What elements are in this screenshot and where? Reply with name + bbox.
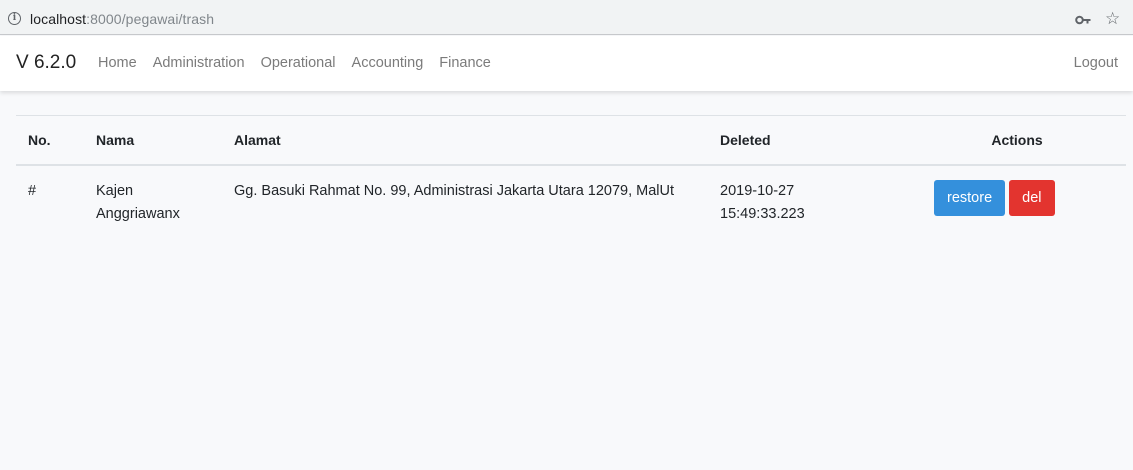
nav-links: Home Administration Operational Accounti… [98, 55, 491, 71]
navbar: V 6.2.0 Home Administration Operational … [0, 36, 1133, 91]
deleted-time: 15:49:33.223 [720, 205, 805, 222]
brand[interactable]: V 6.2.0 [16, 52, 76, 74]
table-header: No. Nama Alamat Deleted Actions [16, 115, 1126, 166]
restore-button[interactable]: restore [934, 179, 1006, 216]
delete-button[interactable]: del [1009, 179, 1055, 216]
cell-nama: Kajen Anggriawanx [84, 165, 222, 238]
header-nama: Nama [84, 115, 222, 166]
nama-line-2: Anggriawanx [96, 205, 180, 222]
omnibox[interactable]: i localhost:8000/pegawai/trash ☆ [0, 3, 1133, 32]
header-no: No. [16, 115, 84, 166]
url-text[interactable]: localhost:8000/pegawai/trash [30, 11, 214, 27]
cell-deleted: 2019-10-27 15:49:33.223 [708, 165, 908, 238]
logout-link[interactable]: Logout [1074, 55, 1118, 71]
nama-line-1: Kajen [96, 182, 134, 199]
nav-operational[interactable]: Operational [261, 55, 336, 71]
header-deleted: Deleted [708, 115, 908, 166]
cell-alamat: Gg. Basuki Rahmat No. 99, Administrasi J… [234, 182, 675, 199]
key-icon[interactable] [1075, 13, 1091, 27]
nav-home[interactable]: Home [98, 55, 137, 71]
url-host: localhost [30, 11, 87, 27]
table-row: # Kajen Anggriawanx Gg. Basuki Rahmat No… [16, 165, 1126, 238]
header-row: No. Nama Alamat Deleted Actions [16, 115, 1126, 166]
cell-no: # [28, 182, 37, 199]
trash-table: No. Nama Alamat Deleted Actions # Kajen … [16, 115, 1126, 238]
header-actions: Actions [908, 115, 1126, 166]
nav-administration[interactable]: Administration [153, 55, 245, 71]
table-body: # Kajen Anggriawanx Gg. Basuki Rahmat No… [16, 165, 1126, 238]
header-alamat: Alamat [222, 115, 708, 166]
info-icon[interactable]: i [8, 12, 21, 25]
nav-finance[interactable]: Finance [439, 55, 491, 71]
nav-accounting[interactable]: Accounting [352, 55, 424, 71]
deleted-date: 2019-10-27 [720, 182, 795, 199]
browser-address-bar: i localhost:8000/pegawai/trash ☆ [0, 0, 1133, 35]
url-path: :8000/pegawai/trash [86, 11, 215, 27]
cell-actions: restore del [908, 165, 1126, 238]
bookmark-star-icon[interactable]: ☆ [1105, 9, 1120, 29]
trash-table-container: No. Nama Alamat Deleted Actions # Kajen … [16, 115, 1126, 238]
